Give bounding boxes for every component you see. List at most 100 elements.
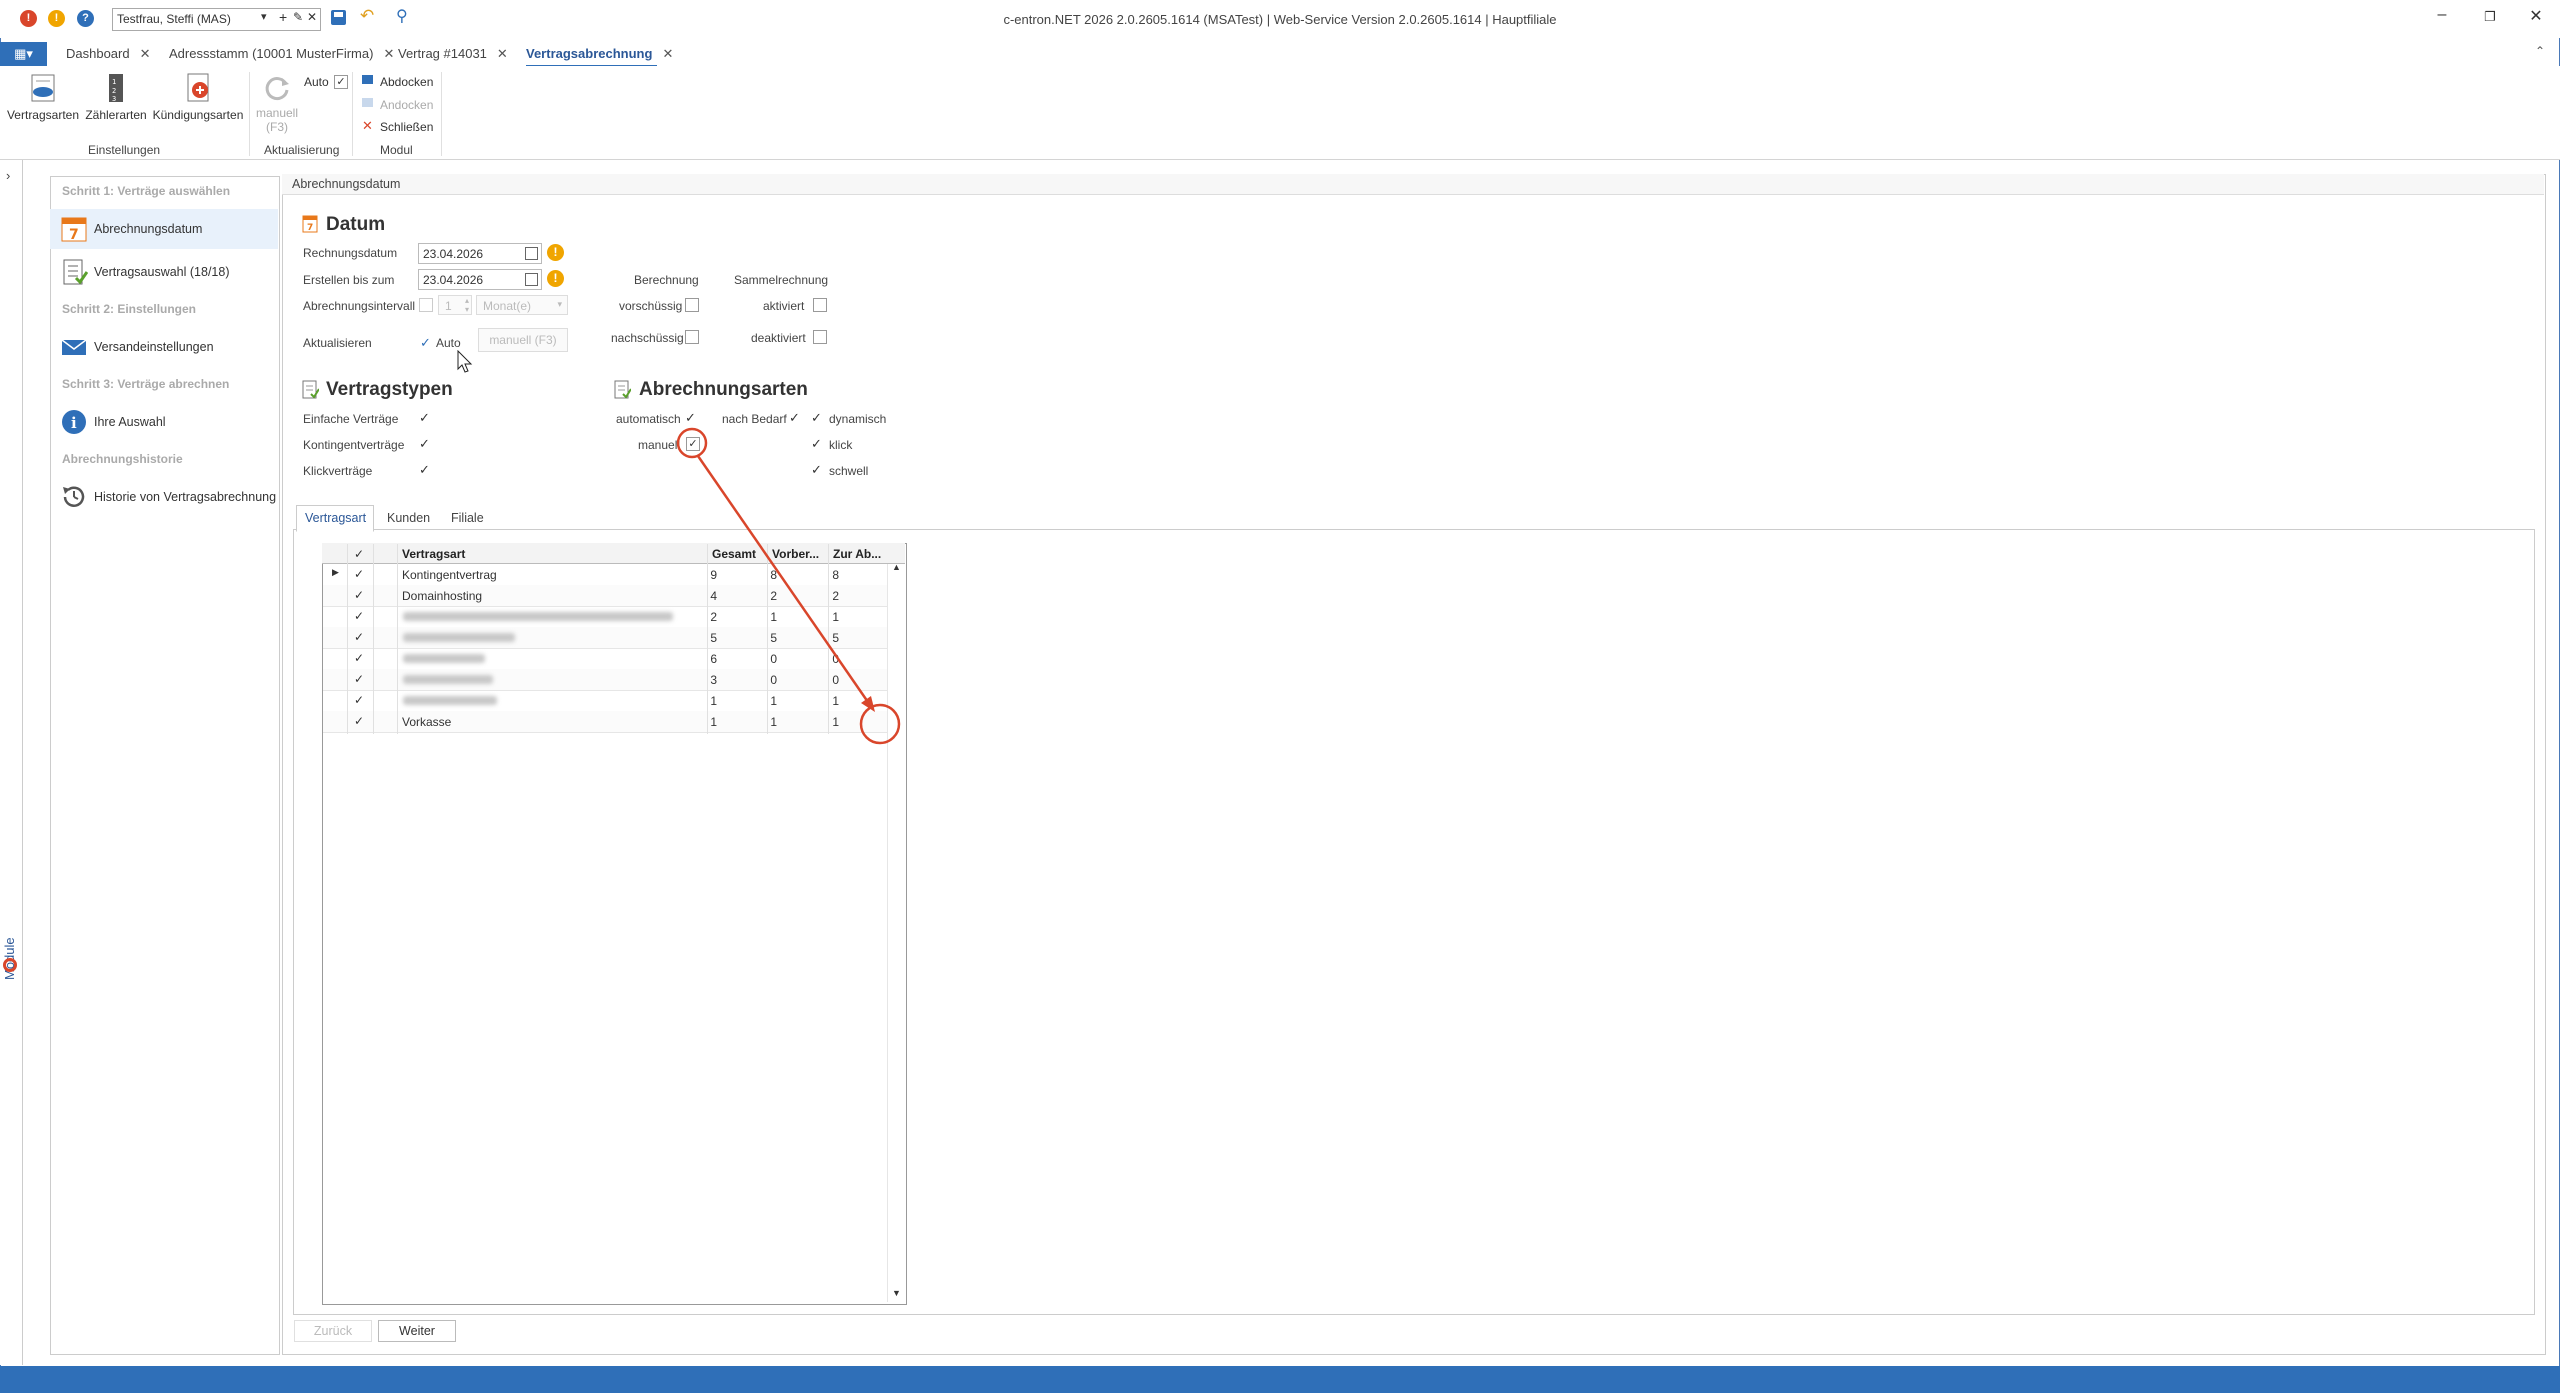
zaehlerarten-button[interactable]: 123 Zählerarten xyxy=(82,72,150,122)
table-row[interactable]: ▶ ✓ Kontingentvertrag 9 8 8 xyxy=(323,564,889,586)
kontingent-checkbox[interactable]: ✓ xyxy=(419,437,430,450)
row-checkbox[interactable]: ✓ xyxy=(354,610,364,623)
col-vertragsart[interactable]: Vertragsart xyxy=(402,547,465,561)
sammel-deaktiviert-checkbox[interactable] xyxy=(813,330,827,344)
andocken-button[interactable]: Andocken xyxy=(380,98,433,112)
kuendigungsarten-button[interactable]: Kündigungsarten xyxy=(150,72,246,122)
intervall-checkbox[interactable] xyxy=(419,298,433,312)
main-panel-title: Abrechnungsdatum xyxy=(292,177,401,191)
table-row[interactable]: ✓ 2 1 1 xyxy=(323,606,889,628)
manuell-key-label: (F3) xyxy=(266,120,288,134)
table-row[interactable]: ✓ 6 0 0 xyxy=(323,648,889,670)
nav-item-vertragsauswahl[interactable]: Vertragsauswahl (18/18) xyxy=(50,252,278,292)
calendar-picker-icon[interactable] xyxy=(525,247,538,260)
close-tab-icon[interactable]: ✕ xyxy=(383,46,394,61)
tab-vertragsart[interactable]: Vertragsart xyxy=(305,511,366,525)
klickvertraege-checkbox[interactable]: ✓ xyxy=(419,463,430,476)
tab-dashboard[interactable]: Dashboard ✕ xyxy=(66,46,151,62)
nav-item-versandeinstellungen[interactable]: Versandeinstellungen xyxy=(50,327,278,367)
row-checkbox[interactable]: ✓ xyxy=(354,631,364,644)
col-vorbereitet[interactable]: Vorber... xyxy=(772,547,819,561)
table-row[interactable]: ✓ 1 1 1 xyxy=(323,690,889,712)
nav-item-historie[interactable]: Historie von Vertragsabrechnung xyxy=(50,477,278,517)
cell-zurab: 0 xyxy=(832,652,839,666)
grid-col-divider xyxy=(707,544,708,734)
nav-item-ihre-auswahl[interactable]: i Ihre Auswahl xyxy=(50,402,278,442)
sammel-aktiviert-checkbox[interactable] xyxy=(813,298,827,312)
row-checkbox[interactable]: ✓ xyxy=(354,652,364,665)
mouse-cursor-icon xyxy=(457,349,473,377)
redacted-text xyxy=(403,612,673,621)
dynamisch-checkbox[interactable]: ✓ xyxy=(811,411,822,424)
svg-text:7: 7 xyxy=(69,227,79,243)
redacted-text xyxy=(403,654,485,663)
spinner-arrows-icon[interactable]: ▴ ▾ xyxy=(465,296,469,314)
col-gesamt[interactable]: Gesamt xyxy=(712,547,756,561)
tab-filiale[interactable]: Filiale xyxy=(451,511,484,525)
abdocken-button[interactable]: Abdocken xyxy=(380,75,433,89)
vertragstypen-title: Vertragstypen xyxy=(326,379,453,400)
vertragsarten-button[interactable]: Vertragsarten xyxy=(6,72,80,122)
schliessen-button[interactable]: Schließen xyxy=(380,120,433,134)
row-checkbox[interactable]: ✓ xyxy=(354,673,364,686)
tab-vertragsabrechnung[interactable]: Vertragsabrechnung ✕ xyxy=(526,46,673,67)
einfache-label: Einfache Verträge xyxy=(303,412,399,426)
select-all-checkbox[interactable]: ✓ xyxy=(354,548,364,561)
close-tab-icon[interactable]: ✕ xyxy=(662,46,673,61)
rechnungsdatum-field[interactable]: 23.04.2026 xyxy=(418,243,542,264)
intervall-spinner[interactable]: 1 ▴ ▾ xyxy=(438,295,472,315)
row-checkbox[interactable]: ✓ xyxy=(354,694,364,707)
ribbon-auto-checkbox[interactable]: ✓ xyxy=(334,75,348,89)
close-window-icon[interactable]: ✕ xyxy=(2521,6,2551,26)
cell-vorber: 1 xyxy=(770,694,777,708)
table-row[interactable]: ✓ Domainhosting 4 2 2 xyxy=(323,585,889,607)
row-checkbox[interactable]: ✓ xyxy=(354,715,364,728)
erstellen-field[interactable]: 23.04.2026 xyxy=(418,269,542,290)
manuell-refresh-field-button[interactable]: manuell (F3) xyxy=(478,328,568,352)
automatisch-checkbox[interactable]: ✓ xyxy=(685,411,696,424)
manuell-checkbox[interactable]: ✓ xyxy=(686,437,700,451)
zurueck-button[interactable]: Zurück xyxy=(294,1320,372,1342)
restore-icon[interactable]: ❐ xyxy=(2475,9,2505,25)
row-checkbox[interactable]: ✓ xyxy=(354,568,364,581)
table-row[interactable]: ✓ 5 5 5 xyxy=(323,627,889,649)
collapse-ribbon-icon[interactable]: ⌃ xyxy=(2535,44,2545,58)
close-tab-icon[interactable]: ✕ xyxy=(497,46,508,61)
tab-vertrag[interactable]: Vertrag #14031 ✕ xyxy=(398,46,508,62)
info-icon[interactable]: ! xyxy=(547,244,564,261)
refresh-icon xyxy=(262,72,292,102)
cell-gesamt: 1 xyxy=(710,715,717,729)
expand-row-icon[interactable]: ▶ xyxy=(332,567,339,578)
module-tab[interactable]: Module xyxy=(2,900,20,1000)
tab-adressstamm[interactable]: Adressstamm (10001 MusterFirma) ✕ xyxy=(169,46,394,62)
manuell-refresh-button[interactable]: manuell (F3) xyxy=(254,72,300,134)
schwell-checkbox[interactable]: ✓ xyxy=(811,463,822,476)
nach-bedarf-checkbox[interactable]: ✓ xyxy=(789,411,800,424)
row-checkbox[interactable]: ✓ xyxy=(354,589,364,602)
grid-scrollbar[interactable]: ▲ ▼ xyxy=(887,562,905,1302)
tab-label: Vertrag #14031 xyxy=(398,46,487,61)
svg-text:i: i xyxy=(71,414,77,432)
close-tab-icon[interactable]: ✕ xyxy=(140,46,151,61)
intervall-unit-select[interactable]: Monat(e) ▾ xyxy=(476,295,568,315)
einfache-checkbox[interactable]: ✓ xyxy=(419,411,430,424)
tab-kunden[interactable]: Kunden xyxy=(387,511,430,525)
info-icon[interactable]: ! xyxy=(547,270,564,287)
vorschuessig-checkbox[interactable] xyxy=(685,298,699,312)
minimize-icon[interactable]: – xyxy=(2427,6,2457,24)
col-zur-abrechnung[interactable]: Zur Ab... xyxy=(833,547,881,561)
scroll-down-icon[interactable]: ▼ xyxy=(892,1288,901,1298)
expand-chevron-icon[interactable]: › xyxy=(6,168,10,183)
manuell-label: manuell xyxy=(255,106,299,120)
calendar-picker-icon[interactable] xyxy=(525,273,538,286)
table-row[interactable]: ✓ Vorkasse 1 1 1 xyxy=(323,711,889,733)
app-menu-button[interactable]: ▦▾ xyxy=(0,42,47,66)
klick-checkbox[interactable]: ✓ xyxy=(811,437,822,450)
einstellungen-group-label: Einstellungen xyxy=(88,143,161,157)
table-row[interactable]: ✓ 3 0 0 xyxy=(323,669,889,691)
nachschuessig-checkbox[interactable] xyxy=(685,330,699,344)
nav-item-abrechnungsdatum[interactable]: 7 Abrechnungsdatum xyxy=(50,209,278,249)
weiter-button[interactable]: Weiter xyxy=(378,1320,456,1342)
auto-refresh-checkbox[interactable]: ✓ xyxy=(420,336,431,349)
scroll-up-icon[interactable]: ▲ xyxy=(892,562,901,572)
